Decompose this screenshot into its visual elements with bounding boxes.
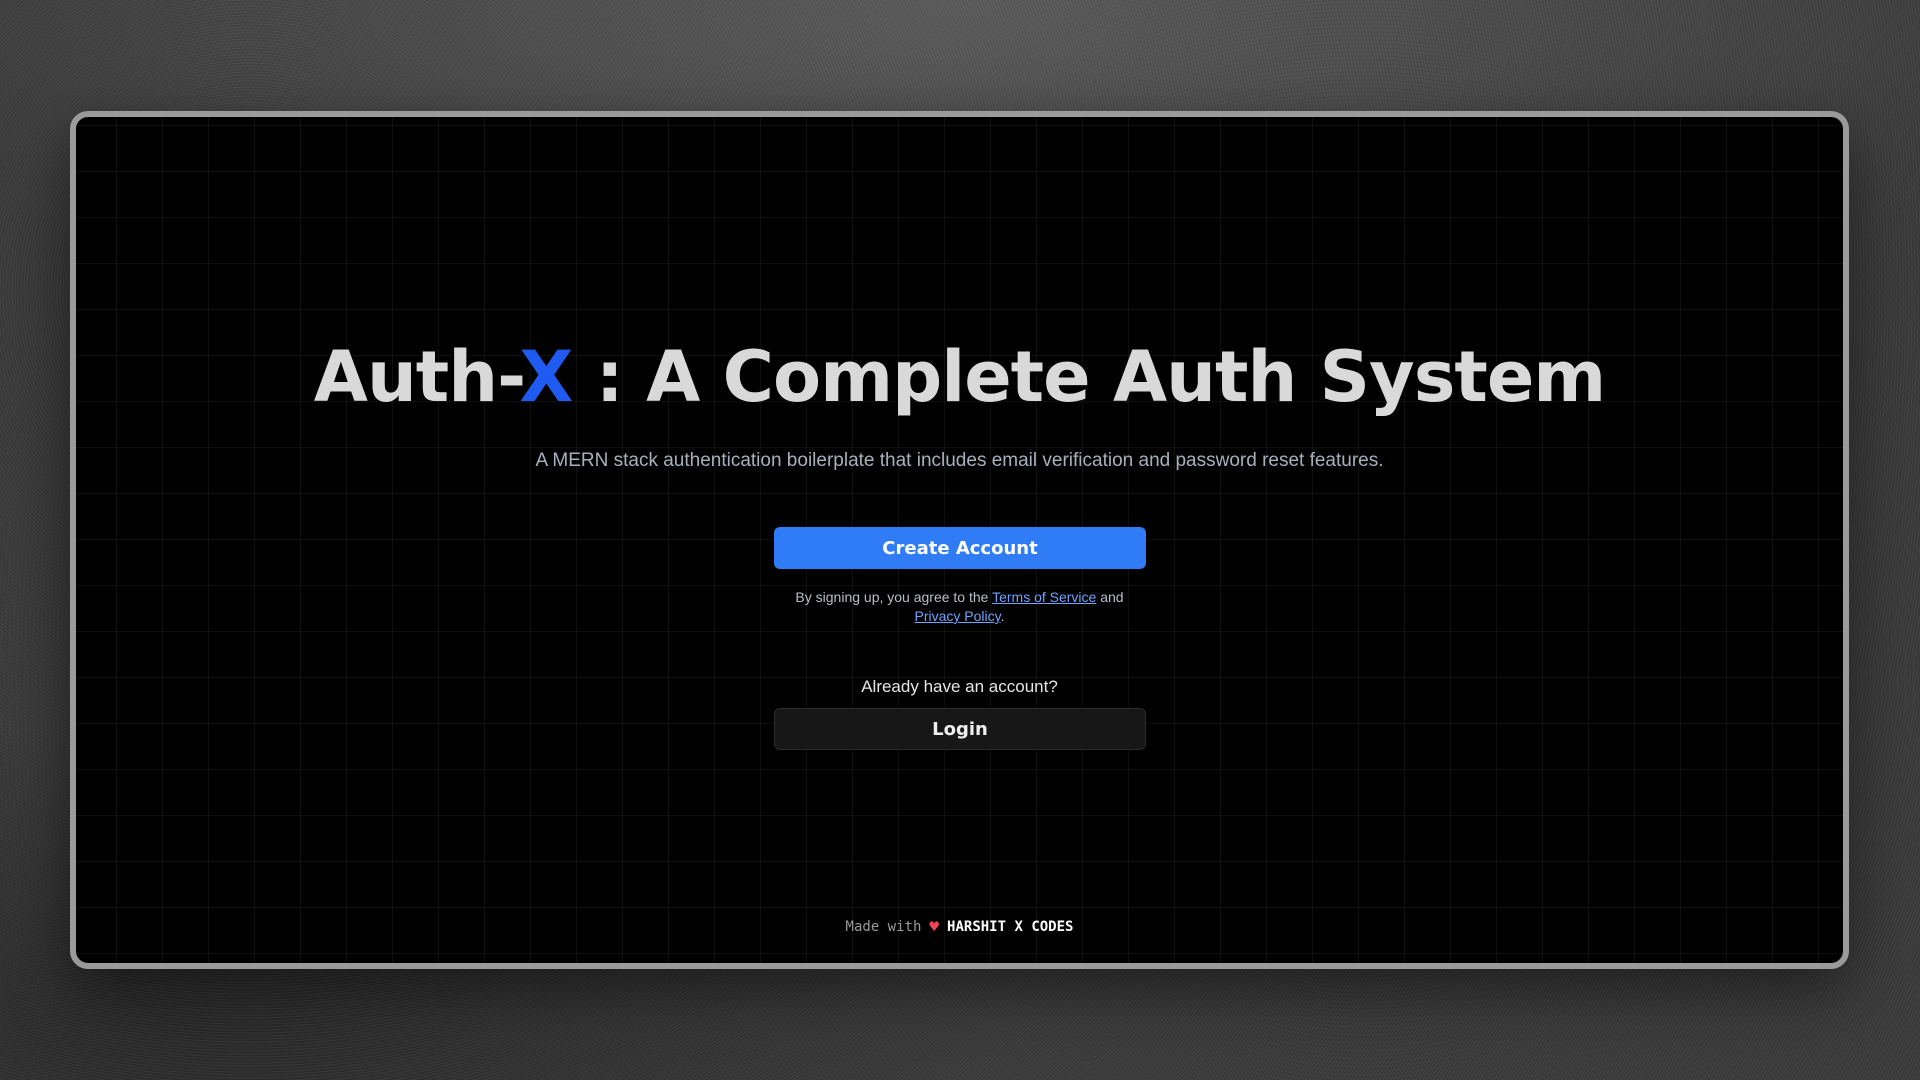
footer: Made with ♥ HARSHIT X CODES: [76, 917, 1843, 936]
title-suffix: : A Complete Auth System: [572, 336, 1606, 418]
page-title: Auth-X : A Complete Auth System: [76, 339, 1843, 416]
terms-notice: By signing up, you agree to the Terms of…: [76, 588, 1843, 626]
login-button[interactable]: Login: [774, 708, 1146, 750]
login-prompt: Already have an account?: [861, 677, 1058, 696]
privacy-policy-link[interactable]: Privacy Policy: [915, 608, 1001, 624]
heart-icon: ♥: [929, 917, 940, 936]
terms-of-service-link[interactable]: Terms of Service: [992, 589, 1096, 605]
footer-made-with: Made with: [845, 918, 922, 935]
terms-prefix: By signing up, you agree to the: [795, 589, 993, 605]
landing-content: Auth-X : A Complete Auth System A MERN s…: [76, 117, 1843, 963]
terms-and: and: [1096, 589, 1124, 605]
browser-frame: Auth-X : A Complete Auth System A MERN s…: [70, 111, 1849, 969]
page-subtitle: A MERN stack authentication boilerplate …: [535, 450, 1384, 471]
title-prefix: Auth-: [313, 336, 521, 418]
create-account-button[interactable]: Create Account: [774, 527, 1146, 569]
footer-brand: HARSHIT X CODES: [947, 918, 1074, 935]
terms-end: .: [1000, 608, 1005, 624]
title-accent: X: [519, 336, 573, 418]
